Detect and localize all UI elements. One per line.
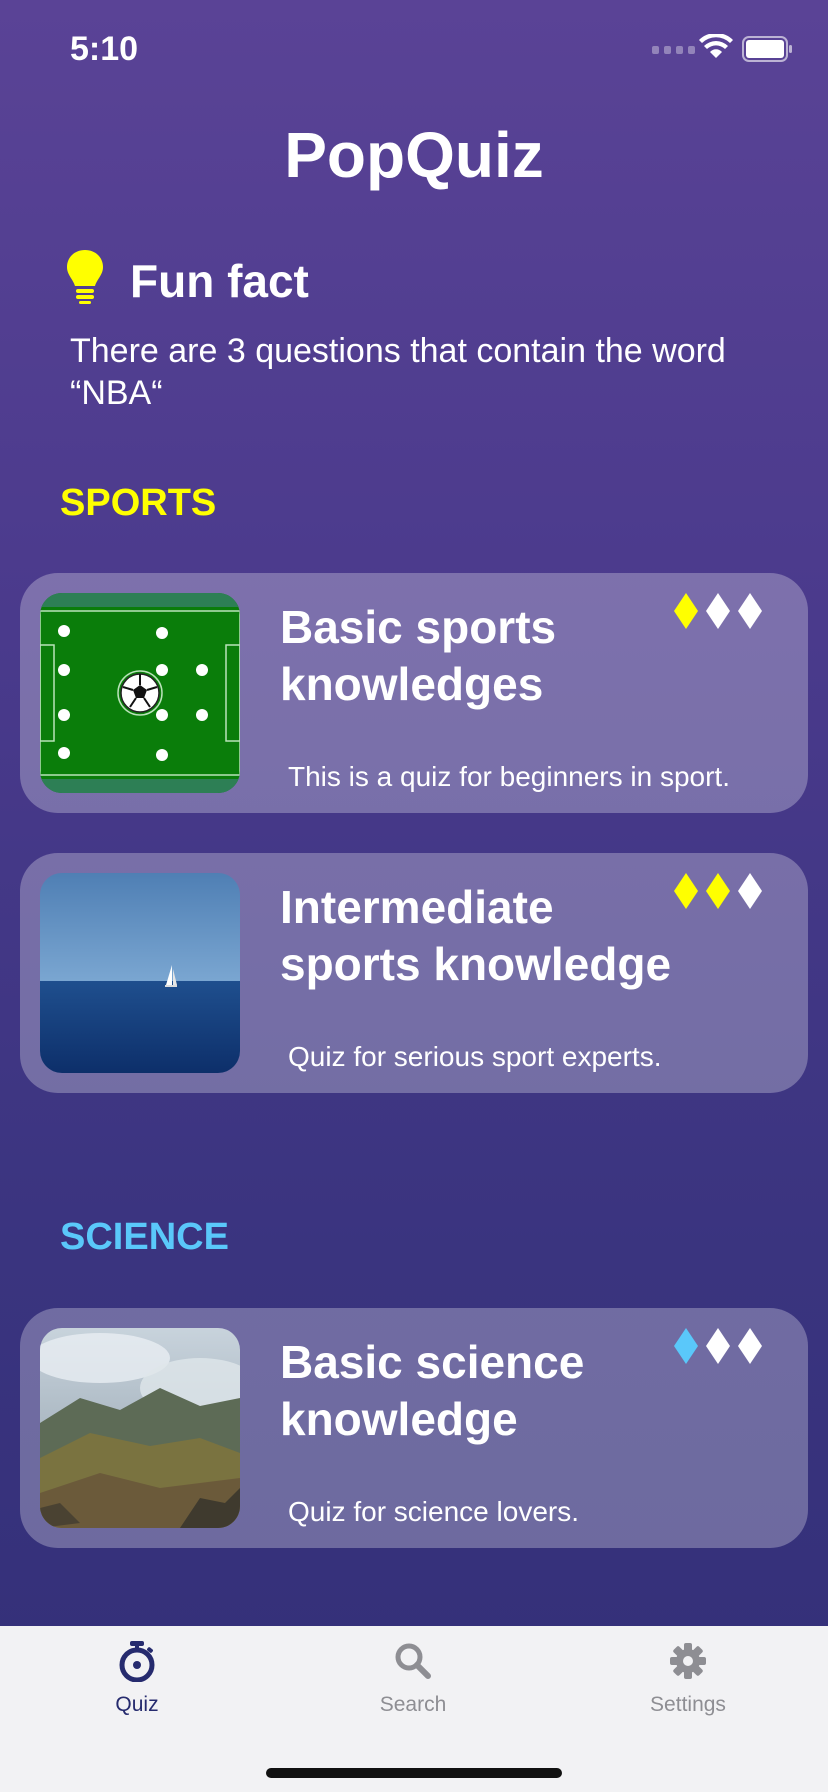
mountain-landscape-image	[40, 1328, 240, 1528]
difficulty-rating	[672, 1326, 792, 1366]
app-title: PopQuiz	[284, 119, 544, 191]
status-time: 5:10	[70, 30, 139, 68]
status-bar: 5:10	[0, 0, 828, 100]
battery-icon	[742, 36, 792, 62]
soccer-field-image	[40, 593, 240, 793]
quiz-card[interactable]: Basic sports knowledges This is a quiz f…	[20, 573, 808, 813]
quiz-title: Basic science knowledge	[280, 1336, 585, 1445]
quiz-title: Intermediate sports knowledge	[280, 881, 672, 990]
sailboat-sea-image	[40, 873, 240, 1073]
category-title-sports: SPORTS	[60, 482, 217, 524]
tab-quiz[interactable]: Quiz	[37, 1640, 237, 1717]
difficulty-rating	[672, 591, 792, 631]
quiz-card[interactable]: Basic science knowledge Quiz for science…	[20, 1308, 808, 1548]
fun-fact-title: Fun fact	[130, 255, 309, 307]
gear-icon	[670, 1643, 706, 1679]
tab-search[interactable]: Search	[313, 1640, 513, 1717]
tab-label: Search	[379, 1693, 447, 1716]
wifi-icon	[699, 34, 733, 58]
quiz-description: Quiz for serious sport experts.	[288, 1041, 662, 1072]
category-title-science: SCIENCE	[60, 1216, 229, 1258]
quiz-description: Quiz for science lovers.	[288, 1496, 579, 1527]
search-icon	[395, 1643, 431, 1679]
tab-label: Quiz	[115, 1693, 159, 1716]
quiz-title: Basic sports knowledges	[280, 601, 557, 710]
difficulty-rating	[672, 871, 792, 911]
stopwatch-icon	[119, 1641, 155, 1683]
tab-settings[interactable]: Settings	[588, 1640, 788, 1717]
cellular-signal-icon	[652, 46, 695, 54]
quiz-description: This is a quiz for beginners in sport.	[288, 761, 730, 792]
fun-fact-text: There are 3 questions that contain the w…	[70, 332, 726, 412]
lightbulb-icon	[67, 250, 103, 304]
home-indicator[interactable]	[266, 1768, 562, 1778]
tab-label: Settings	[650, 1693, 726, 1716]
quiz-card[interactable]: Intermediate sports knowledge Quiz for s…	[20, 853, 808, 1093]
